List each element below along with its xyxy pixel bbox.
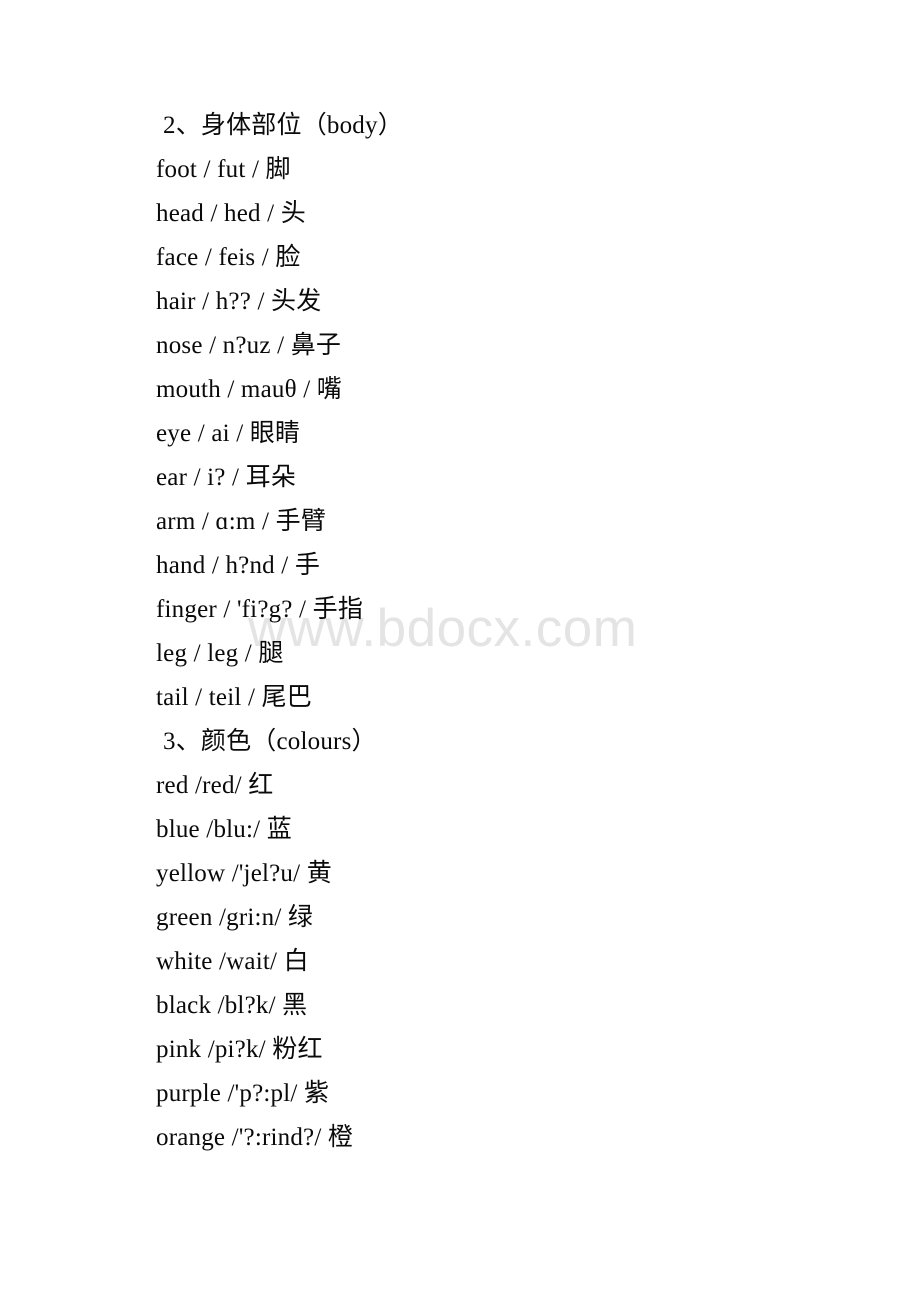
- vocab-line: finger / 'fi?g? / 手指: [156, 596, 364, 623]
- vocab-line: green /gri:n/ 绿: [156, 904, 314, 931]
- vocab-line: eye / ai / 眼睛: [156, 420, 301, 447]
- vocab-line: arm / ɑ:m / 手臂: [156, 508, 327, 535]
- vocab-line: nose / n?uz / 鼻子: [156, 332, 342, 359]
- vocab-line: ear / i? / 耳朵: [156, 464, 297, 491]
- vocab-line: black /bl?k/ 黑: [156, 992, 308, 1019]
- section-heading-colours: 3、颜色（colours）: [163, 728, 377, 755]
- vocab-line: pink /pi?k/ 粉红: [156, 1036, 323, 1063]
- vocab-line: orange /'?:rind?/ 橙: [156, 1124, 354, 1151]
- vocab-line: head / hed / 头: [156, 200, 306, 227]
- section-heading-body: 2、身体部位（body）: [163, 112, 403, 139]
- document-page: www.bdocx.com 2、身体部位（body） foot / fut / …: [0, 0, 920, 1302]
- vocab-line: hand / h?nd / 手: [156, 552, 321, 579]
- vocab-line: tail / teil / 尾巴: [156, 684, 312, 711]
- vocab-line: leg / leg / 腿: [156, 640, 284, 667]
- vocab-line: white /wait/ 白: [156, 948, 309, 975]
- vocab-line: mouth / mauθ / 嘴: [156, 376, 343, 403]
- vocab-line: purple /'p?:pl/ 紫: [156, 1080, 330, 1107]
- document-content: 2、身体部位（body） foot / fut / 脚 head / hed /…: [0, 0, 920, 1160]
- vocab-line: foot / fut / 脚: [156, 156, 291, 183]
- vocab-line: face / feis / 脸: [156, 244, 301, 271]
- vocab-line: yellow /'jel?u/ 黄: [156, 860, 332, 887]
- vocab-line: hair / h?? / 头发: [156, 288, 322, 315]
- vocab-line: blue /blu:/ 蓝: [156, 816, 292, 843]
- vocab-line: red /red/ 红: [156, 772, 274, 799]
